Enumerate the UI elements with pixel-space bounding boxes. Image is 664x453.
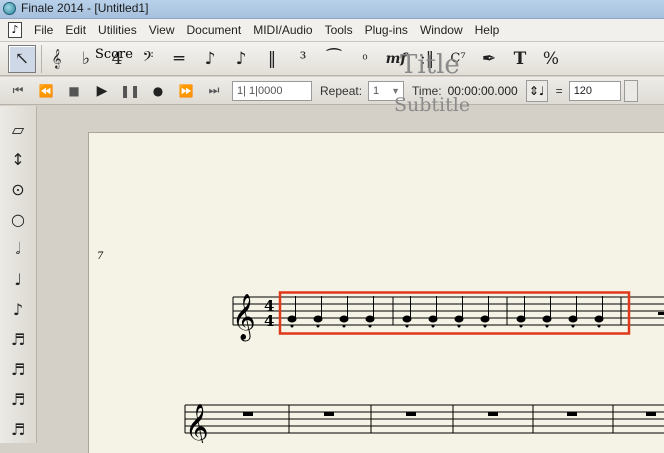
treble-clef-icon-system-2: 𝄞 <box>185 404 209 443</box>
time-signature-bottom: 4 <box>264 312 274 330</box>
treble-clef-icon: 𝄞 <box>232 294 256 342</box>
rests-system-2[interactable] <box>243 412 656 416</box>
whole-rest-next-measure <box>658 312 664 315</box>
measure-number-7: 7 <box>97 251 104 262</box>
notation-layer: 𝄞 4 4 𝄞 <box>184 291 664 443</box>
staff-system-2[interactable] <box>184 404 664 434</box>
